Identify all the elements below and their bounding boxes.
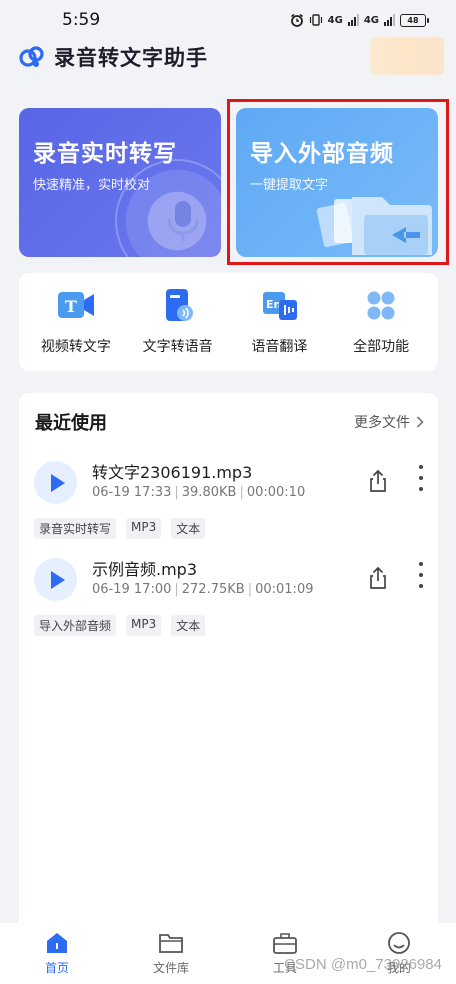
alarm-icon xyxy=(290,13,303,27)
file-row[interactable]: 示例音频.mp3 06-19 17:00 | 272.75KB | 00:01:09 xyxy=(34,556,432,604)
play-icon xyxy=(50,473,65,492)
file-meta: 06-19 17:00 | 272.75KB | 00:01:09 xyxy=(92,582,314,597)
status-bar: 5:59 4G 4G 48 xyxy=(0,0,456,40)
app-header: 录音转文字助手 xyxy=(18,37,444,75)
function-panel: T 视频转文字 文字转语音 En 语音翻译 全部功能 xyxy=(19,273,438,371)
function-label: 语音翻译 xyxy=(251,339,308,355)
function-all[interactable]: 全部功能 xyxy=(331,288,431,356)
file-size: 39.80KB xyxy=(181,485,237,500)
function-text-to-speech[interactable]: 文字转语音 xyxy=(128,288,228,356)
more-files-label: 更多文件 xyxy=(354,415,410,431)
more-options-icon[interactable] xyxy=(418,465,424,491)
file-tag: MP3 xyxy=(126,518,162,539)
tab-label: 首页 xyxy=(44,961,69,975)
avatar[interactable] xyxy=(370,37,444,75)
vibrate-icon xyxy=(309,14,322,26)
toolbox-icon xyxy=(273,933,297,954)
record-realtime-card[interactable]: 录音实时转写 快速精准，实时校对 xyxy=(19,108,221,257)
tab-label: 文件库 xyxy=(152,961,189,975)
voice-translate-icon: En xyxy=(263,292,298,320)
file-duration: 00:01:09 xyxy=(255,582,314,597)
play-icon xyxy=(50,570,65,589)
bottom-tab-bar: 首页 文件库 工具 我的 xyxy=(0,923,456,984)
svg-text:T: T xyxy=(65,297,77,316)
chevron-right-icon xyxy=(416,416,424,428)
file-tags: 导入外部音频 MP3 文本 xyxy=(34,615,206,636)
share-icon[interactable] xyxy=(366,566,390,590)
app-title: 录音转文字助手 xyxy=(54,46,208,70)
tab-home[interactable]: 首页 xyxy=(12,931,102,976)
file-tag: 文本 xyxy=(171,518,206,539)
file-tag: MP3 xyxy=(126,615,162,636)
file-name: 示例音频.mp3 xyxy=(92,560,198,579)
file-date: 06-19 17:00 xyxy=(92,582,172,597)
recent-header: 最近使用 更多文件 xyxy=(35,409,424,435)
tab-file-library[interactable]: 文件库 xyxy=(126,931,216,976)
home-icon xyxy=(47,933,67,953)
text-to-speech-icon xyxy=(165,289,193,321)
video-to-text-icon: T xyxy=(57,292,94,318)
more-files-link[interactable]: 更多文件 xyxy=(354,412,424,432)
microphone-icon xyxy=(167,201,199,241)
app-logo-icon xyxy=(19,46,44,67)
file-size: 272.75KB xyxy=(181,582,245,597)
file-duration: 00:00:10 xyxy=(246,485,306,500)
tab-label: 工具 xyxy=(272,961,297,975)
recent-title: 最近使用 xyxy=(35,413,107,434)
file-date: 06-19 17:33 xyxy=(92,485,172,500)
more-options-icon[interactable] xyxy=(418,562,424,588)
import-card-title: 导入外部音频 xyxy=(250,141,394,167)
function-video-to-text[interactable]: T 视频转文字 xyxy=(26,288,126,356)
file-tags: 录音实时转写 MP3 文本 xyxy=(34,518,206,539)
folder-icon xyxy=(159,934,183,953)
signal-icon-2 xyxy=(384,14,395,26)
import-audio-card[interactable]: 导入外部音频 一键提取文字 xyxy=(236,108,438,257)
file-tag: 导入外部音频 xyxy=(34,615,117,636)
file-tag: 文本 xyxy=(171,615,206,636)
function-label: 视频转文字 xyxy=(40,339,111,355)
status-time: 5:59 xyxy=(62,10,101,30)
share-icon[interactable] xyxy=(366,469,390,493)
play-button[interactable] xyxy=(34,558,77,601)
status-icons: 4G 4G 48 xyxy=(290,13,429,27)
battery-icon: 48 xyxy=(400,13,429,27)
file-name: 转文字2306191.mp3 xyxy=(92,463,253,482)
recent-panel: 最近使用 更多文件 转文字2306191.mp3 06-19 17:33 | 39.… xyxy=(19,393,438,923)
network-label-2: 4G xyxy=(363,14,379,26)
signal-icon-1 xyxy=(347,14,359,26)
network-label-1: 4G xyxy=(327,14,343,26)
folder-import-icon xyxy=(316,197,432,255)
file-row[interactable]: 转文字2306191.mp3 06-19 17:33 | 39.80KB | 00:00… xyxy=(34,459,432,507)
tab-label: 我的 xyxy=(386,961,411,975)
profile-icon xyxy=(388,932,410,954)
play-button[interactable] xyxy=(34,461,77,504)
all-functions-icon xyxy=(367,291,395,320)
function-label: 文字转语音 xyxy=(142,339,213,355)
tab-profile[interactable]: 我的 xyxy=(354,931,444,976)
function-voice-translate[interactable]: En 语音翻译 xyxy=(229,288,329,356)
file-tag: 录音实时转写 xyxy=(34,518,117,539)
battery-level: 48 xyxy=(407,15,419,25)
tab-tools[interactable]: 工具 xyxy=(240,931,330,976)
file-meta: 06-19 17:33 | 39.80KB | 00:00:10 xyxy=(92,485,306,500)
function-label: 全部功能 xyxy=(353,339,410,355)
